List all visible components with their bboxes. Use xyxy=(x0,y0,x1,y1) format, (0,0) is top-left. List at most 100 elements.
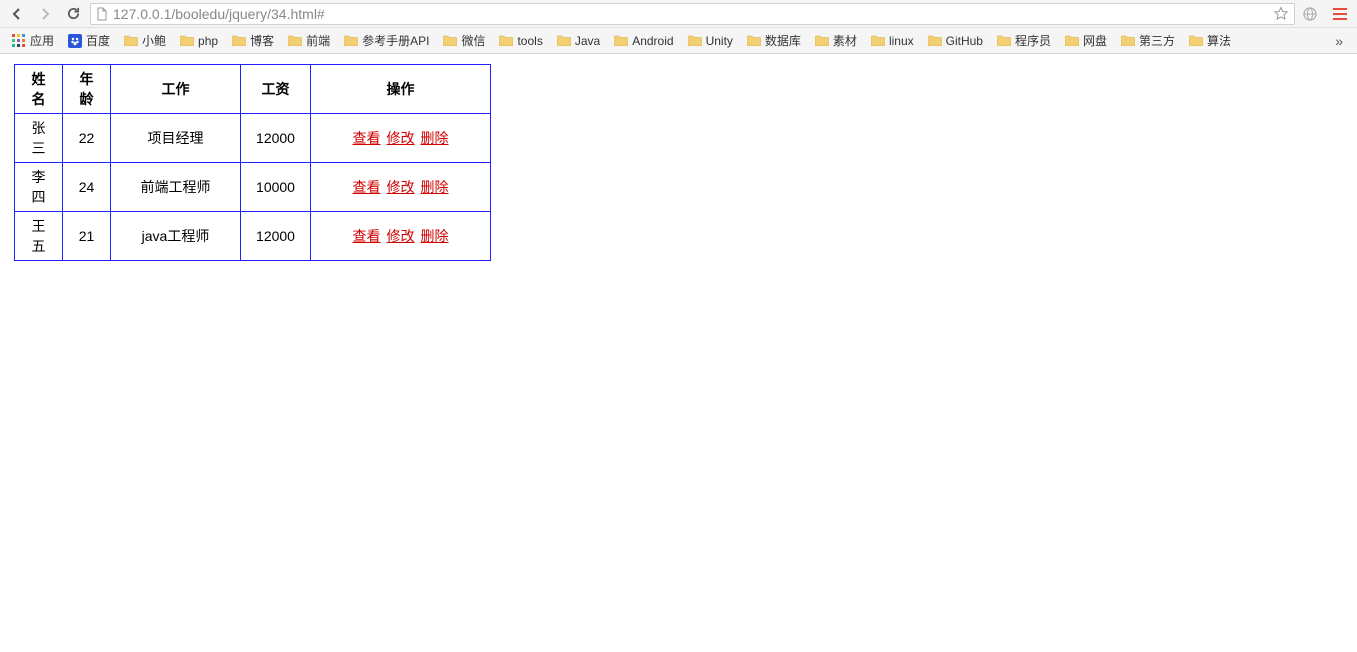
bookmark-label: 前端 xyxy=(306,32,330,49)
table-row: 李四24前端工程师10000查看修改删除 xyxy=(15,163,491,212)
cell-name: 王五 xyxy=(15,212,63,261)
folder-icon xyxy=(288,35,302,46)
view-link[interactable]: 查看 xyxy=(353,179,381,195)
bookmark-label: 网盘 xyxy=(1083,32,1107,49)
view-link[interactable]: 查看 xyxy=(353,130,381,146)
bookmark-folder[interactable]: 第三方 xyxy=(1115,30,1181,51)
folder-icon xyxy=(871,35,885,46)
nav-forward-button[interactable] xyxy=(34,3,56,25)
bookmark-label: 百度 xyxy=(86,32,110,49)
cell-salary: 12000 xyxy=(241,114,311,163)
cell-name: 李四 xyxy=(15,163,63,212)
bookmark-label: 算法 xyxy=(1207,32,1231,49)
bookmark-folder[interactable]: 算法 xyxy=(1183,30,1237,51)
bookmark-label: Java xyxy=(575,34,600,48)
edit-link[interactable]: 修改 xyxy=(387,228,415,244)
col-header-job: 工作 xyxy=(111,65,241,114)
cell-age: 22 xyxy=(63,114,111,163)
delete-link[interactable]: 删除 xyxy=(421,179,449,195)
bookmark-label: 数据库 xyxy=(765,32,801,49)
folder-icon xyxy=(614,35,628,46)
col-header-actions: 操作 xyxy=(311,65,491,114)
browser-toolbar: 127.0.0.1/booledu/jquery/34.html# xyxy=(0,0,1357,28)
cell-age: 24 xyxy=(63,163,111,212)
bookmark-folder[interactable]: 前端 xyxy=(282,30,336,51)
bookmark-label: php xyxy=(198,34,218,48)
bookmark-folder[interactable]: linux xyxy=(865,32,920,50)
cell-salary: 12000 xyxy=(241,212,311,261)
bookmark-label: 第三方 xyxy=(1139,32,1175,49)
url-bar[interactable]: 127.0.0.1/booledu/jquery/34.html# xyxy=(90,3,1295,25)
folder-icon xyxy=(124,35,138,46)
bookmark-folder[interactable]: 参考手册API xyxy=(338,30,435,51)
bookmark-folder[interactable]: GitHub xyxy=(922,32,989,50)
bookmark-folder[interactable]: 网盘 xyxy=(1059,30,1113,51)
folder-icon xyxy=(1189,35,1203,46)
col-header-age: 年龄 xyxy=(63,65,111,114)
bookmark-folder[interactable]: 素材 xyxy=(809,30,863,51)
table-row: 王五21java工程师12000查看修改删除 xyxy=(15,212,491,261)
view-link[interactable]: 查看 xyxy=(353,228,381,244)
bookmark-apps[interactable]: 应用 xyxy=(6,30,60,51)
folder-icon xyxy=(747,35,761,46)
cell-age: 21 xyxy=(63,212,111,261)
page-icon xyxy=(95,7,109,21)
overflow-chevron-icon: » xyxy=(1335,33,1343,49)
cell-job: 项目经理 xyxy=(111,114,241,163)
bookmark-folder[interactable]: Android xyxy=(608,32,679,50)
bookmark-label: 微信 xyxy=(461,32,485,49)
bookmark-folder[interactable]: 博客 xyxy=(226,30,280,51)
bookmark-label: Unity xyxy=(706,34,733,48)
folder-icon xyxy=(928,35,942,46)
bookmark-folder[interactable]: Java xyxy=(551,32,606,50)
delete-link[interactable]: 删除 xyxy=(421,130,449,146)
employee-table: 姓名 年龄 工作 工资 操作 张三22项目经理12000查看修改删除李四24前端… xyxy=(14,64,491,261)
bookmark-folder[interactable]: 小鲍 xyxy=(118,30,172,51)
folder-icon xyxy=(180,35,194,46)
delete-link[interactable]: 删除 xyxy=(421,228,449,244)
cell-actions: 查看修改删除 xyxy=(311,163,491,212)
cell-name: 张三 xyxy=(15,114,63,163)
folder-icon xyxy=(443,35,457,46)
folder-icon xyxy=(997,35,1011,46)
bookmark-folder[interactable]: php xyxy=(174,32,224,50)
bookmark-star-icon[interactable] xyxy=(1272,5,1290,23)
bookmark-label: 应用 xyxy=(30,32,54,49)
apps-grid-icon xyxy=(12,34,26,48)
hamburger-menu-icon[interactable] xyxy=(1329,3,1351,25)
baidu-icon xyxy=(68,34,82,48)
bookmark-baidu[interactable]: 百度 xyxy=(62,30,116,51)
extension-icon[interactable] xyxy=(1301,5,1319,23)
bookmarks-overflow-button[interactable]: » xyxy=(1327,33,1351,49)
table-row: 张三22项目经理12000查看修改删除 xyxy=(15,114,491,163)
bookmark-label: 参考手册API xyxy=(362,32,429,49)
bookmark-folder[interactable]: tools xyxy=(493,32,548,50)
bookmark-label: tools xyxy=(517,34,542,48)
edit-link[interactable]: 修改 xyxy=(387,179,415,195)
nav-back-button[interactable] xyxy=(6,3,28,25)
bookmark-label: 素材 xyxy=(833,32,857,49)
folder-icon xyxy=(688,35,702,46)
edit-link[interactable]: 修改 xyxy=(387,130,415,146)
bookmark-label: 博客 xyxy=(250,32,274,49)
cell-job: java工程师 xyxy=(111,212,241,261)
bookmark-label: Android xyxy=(632,34,673,48)
bookmark-folder[interactable]: 程序员 xyxy=(991,30,1057,51)
bookmark-label: GitHub xyxy=(946,34,983,48)
bookmark-label: 程序员 xyxy=(1015,32,1051,49)
folder-icon xyxy=(232,35,246,46)
url-text: 127.0.0.1/booledu/jquery/34.html# xyxy=(113,6,325,22)
bookmark-folder[interactable]: Unity xyxy=(682,32,739,50)
col-header-name: 姓名 xyxy=(15,65,63,114)
bookmark-folder[interactable]: 数据库 xyxy=(741,30,807,51)
cell-actions: 查看修改删除 xyxy=(311,114,491,163)
cell-actions: 查看修改删除 xyxy=(311,212,491,261)
bookmark-label: linux xyxy=(889,34,914,48)
nav-reload-button[interactable] xyxy=(62,3,84,25)
folder-icon xyxy=(815,35,829,46)
folder-icon xyxy=(344,35,358,46)
col-header-salary: 工资 xyxy=(241,65,311,114)
bookmark-folder[interactable]: 微信 xyxy=(437,30,491,51)
bookmarks-bar: 应用 百度 小鲍 php 博客 前端 参考手册API 微信 tools Java Android… xyxy=(0,28,1357,54)
folder-icon xyxy=(1121,35,1135,46)
